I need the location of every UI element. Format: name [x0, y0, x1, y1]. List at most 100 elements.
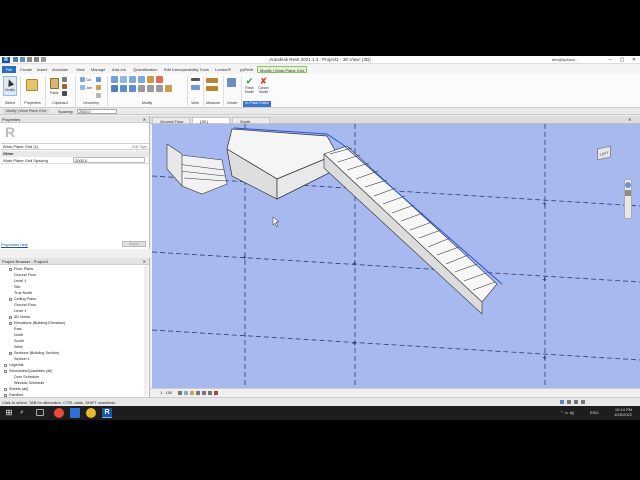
- browser-scrollbar[interactable]: [144, 266, 148, 396]
- measure-icon[interactable]: [206, 78, 218, 83]
- tab-view[interactable]: View: [74, 66, 87, 73]
- paste-icon[interactable]: [50, 78, 59, 89]
- filter-icon[interactable]: [581, 400, 585, 404]
- align-icon[interactable]: [111, 76, 118, 83]
- worksets-icon[interactable]: [560, 400, 564, 404]
- edit-type-button[interactable]: Edit Type: [132, 144, 147, 150]
- expand-icon[interactable]: [9, 297, 12, 301]
- tab-view-3d[interactable]: {3D}: [192, 117, 230, 124]
- view-scale[interactable]: 1 : 100: [160, 390, 172, 396]
- offset-icon[interactable]: [120, 76, 127, 83]
- select-links-icon[interactable]: [574, 400, 578, 404]
- rotate-icon[interactable]: [129, 85, 136, 92]
- edge-icon[interactable]: [70, 408, 80, 418]
- split-face-icon[interactable]: [96, 93, 101, 98]
- join-icon[interactable]: [80, 85, 85, 90]
- dimension-icon[interactable]: [206, 86, 218, 91]
- expand-icon[interactable]: [4, 369, 7, 373]
- tab-view-ground-floor[interactable]: Ground Floor: [152, 117, 190, 124]
- browser-item-label: Legends: [9, 363, 24, 367]
- property-value-input[interactable]: 2000.0: [73, 157, 145, 163]
- tab-bim-interoperability[interactable]: BIM Interoperability Tools: [162, 66, 211, 73]
- view-cube[interactable]: LEFT: [592, 144, 618, 164]
- tab-annotate[interactable]: Annotate: [50, 66, 70, 73]
- array-icon[interactable]: [147, 85, 154, 92]
- close-icon[interactable]: ✕: [628, 56, 640, 64]
- expand-icon[interactable]: [9, 321, 12, 325]
- hide-element-icon[interactable]: [191, 85, 200, 90]
- type-selector[interactable]: Work Plane Grid (1) Edit Type: [1, 143, 149, 150]
- opera-icon[interactable]: [54, 408, 64, 418]
- tab-quantification[interactable]: Quantification: [131, 66, 159, 73]
- maximize-icon[interactable]: ▢: [616, 56, 628, 64]
- match-properties-icon[interactable]: [62, 84, 67, 89]
- lock-view-icon[interactable]: [208, 391, 212, 395]
- pin-icon[interactable]: [165, 85, 172, 92]
- temporary-hide-icon[interactable]: [214, 391, 218, 395]
- clock[interactable]: 10:14 PM 10/6/2022: [602, 407, 632, 417]
- cancel-model-button[interactable]: ✘ Cancel Model: [257, 76, 270, 98]
- tab-pyrevit[interactable]: pyRevit: [238, 66, 255, 73]
- user-account[interactable]: kev@aplusrv...: [552, 57, 578, 62]
- expand-icon[interactable]: [9, 315, 12, 319]
- tab-insert[interactable]: Insert: [35, 66, 49, 73]
- view-cube-face[interactable]: LEFT: [597, 145, 611, 161]
- properties-help-link[interactable]: Properties help: [1, 242, 28, 247]
- mirror-axis-icon[interactable]: [129, 76, 136, 83]
- task-view-icon[interactable]: [36, 409, 44, 416]
- tab-lumion[interactable]: Lumion®: [213, 66, 233, 73]
- shadows-icon[interactable]: [196, 391, 200, 395]
- view-line-icon[interactable]: [191, 78, 200, 81]
- language-indicator[interactable]: ENG: [590, 410, 599, 415]
- 3d-view-svg[interactable]: +++ +++ ++: [151, 124, 640, 388]
- mirror-draw-icon[interactable]: [138, 76, 145, 83]
- close-browser-icon[interactable]: ✕: [143, 258, 146, 265]
- spacing-input[interactable]: 2000.0: [77, 109, 117, 114]
- expand-icon[interactable]: [9, 267, 12, 271]
- minimize-icon[interactable]: –: [604, 56, 616, 64]
- stair-landing[interactable]: [226, 128, 338, 200]
- expand-icon[interactable]: [9, 351, 12, 355]
- move-icon[interactable]: [111, 85, 118, 92]
- cut-clipboard-icon[interactable]: [62, 91, 67, 96]
- drawing-canvas[interactable]: +++ +++ ++: [151, 124, 640, 388]
- expand-icon[interactable]: [4, 387, 7, 391]
- revit-taskbar-icon[interactable]: R: [102, 408, 112, 418]
- visual-style-icon[interactable]: [184, 391, 188, 395]
- crop-view-icon[interactable]: [202, 391, 206, 395]
- finish-model-button[interactable]: ✔ Finish Model: [243, 76, 256, 98]
- wall-joins-icon[interactable]: [96, 77, 101, 82]
- detail-level-icon[interactable]: [178, 391, 182, 395]
- split-icon[interactable]: [147, 76, 154, 83]
- chrome-icon[interactable]: [86, 408, 96, 418]
- tab-create[interactable]: Create: [18, 66, 34, 73]
- copy-icon[interactable]: [62, 77, 67, 82]
- close-view-icon[interactable]: ✕: [628, 117, 631, 122]
- apply-button[interactable]: Apply: [122, 241, 146, 247]
- delete-icon[interactable]: [156, 76, 163, 83]
- close-panel-icon[interactable]: ✕: [143, 116, 146, 123]
- design-options-icon[interactable]: [567, 400, 571, 404]
- cut-geometry-icon[interactable]: [80, 77, 85, 82]
- tab-file[interactable]: File: [2, 66, 16, 73]
- main-stair-flight[interactable]: [323, 145, 498, 315]
- copy-element-icon[interactable]: [120, 85, 127, 92]
- search-icon[interactable]: ⌕: [20, 408, 30, 418]
- expand-icon[interactable]: [4, 363, 7, 367]
- windows-start-icon[interactable]: ⊞: [4, 408, 14, 418]
- tab-modify-work-plane-grid[interactable]: Modify | Work Plane Grid: [257, 66, 308, 73]
- type-properties-icon[interactable]: [26, 79, 38, 91]
- create-group-icon[interactable]: [227, 78, 236, 87]
- scale-icon[interactable]: [156, 85, 163, 92]
- modify-button[interactable]: Modify: [3, 76, 17, 96]
- steering-wheel-icon[interactable]: [625, 182, 631, 188]
- tab-view-south[interactable]: South: [232, 117, 270, 124]
- tab-manage[interactable]: Manage: [89, 66, 107, 73]
- lower-stair-flight[interactable]: [166, 143, 228, 195]
- group-select[interactable]: Select: [0, 101, 20, 107]
- zoom-icon[interactable]: [625, 190, 631, 196]
- paint-icon[interactable]: [96, 85, 101, 90]
- trim-icon[interactable]: [138, 85, 145, 92]
- sun-path-icon[interactable]: [190, 391, 194, 395]
- tab-add-ins[interactable]: Add-Ins: [110, 66, 128, 73]
